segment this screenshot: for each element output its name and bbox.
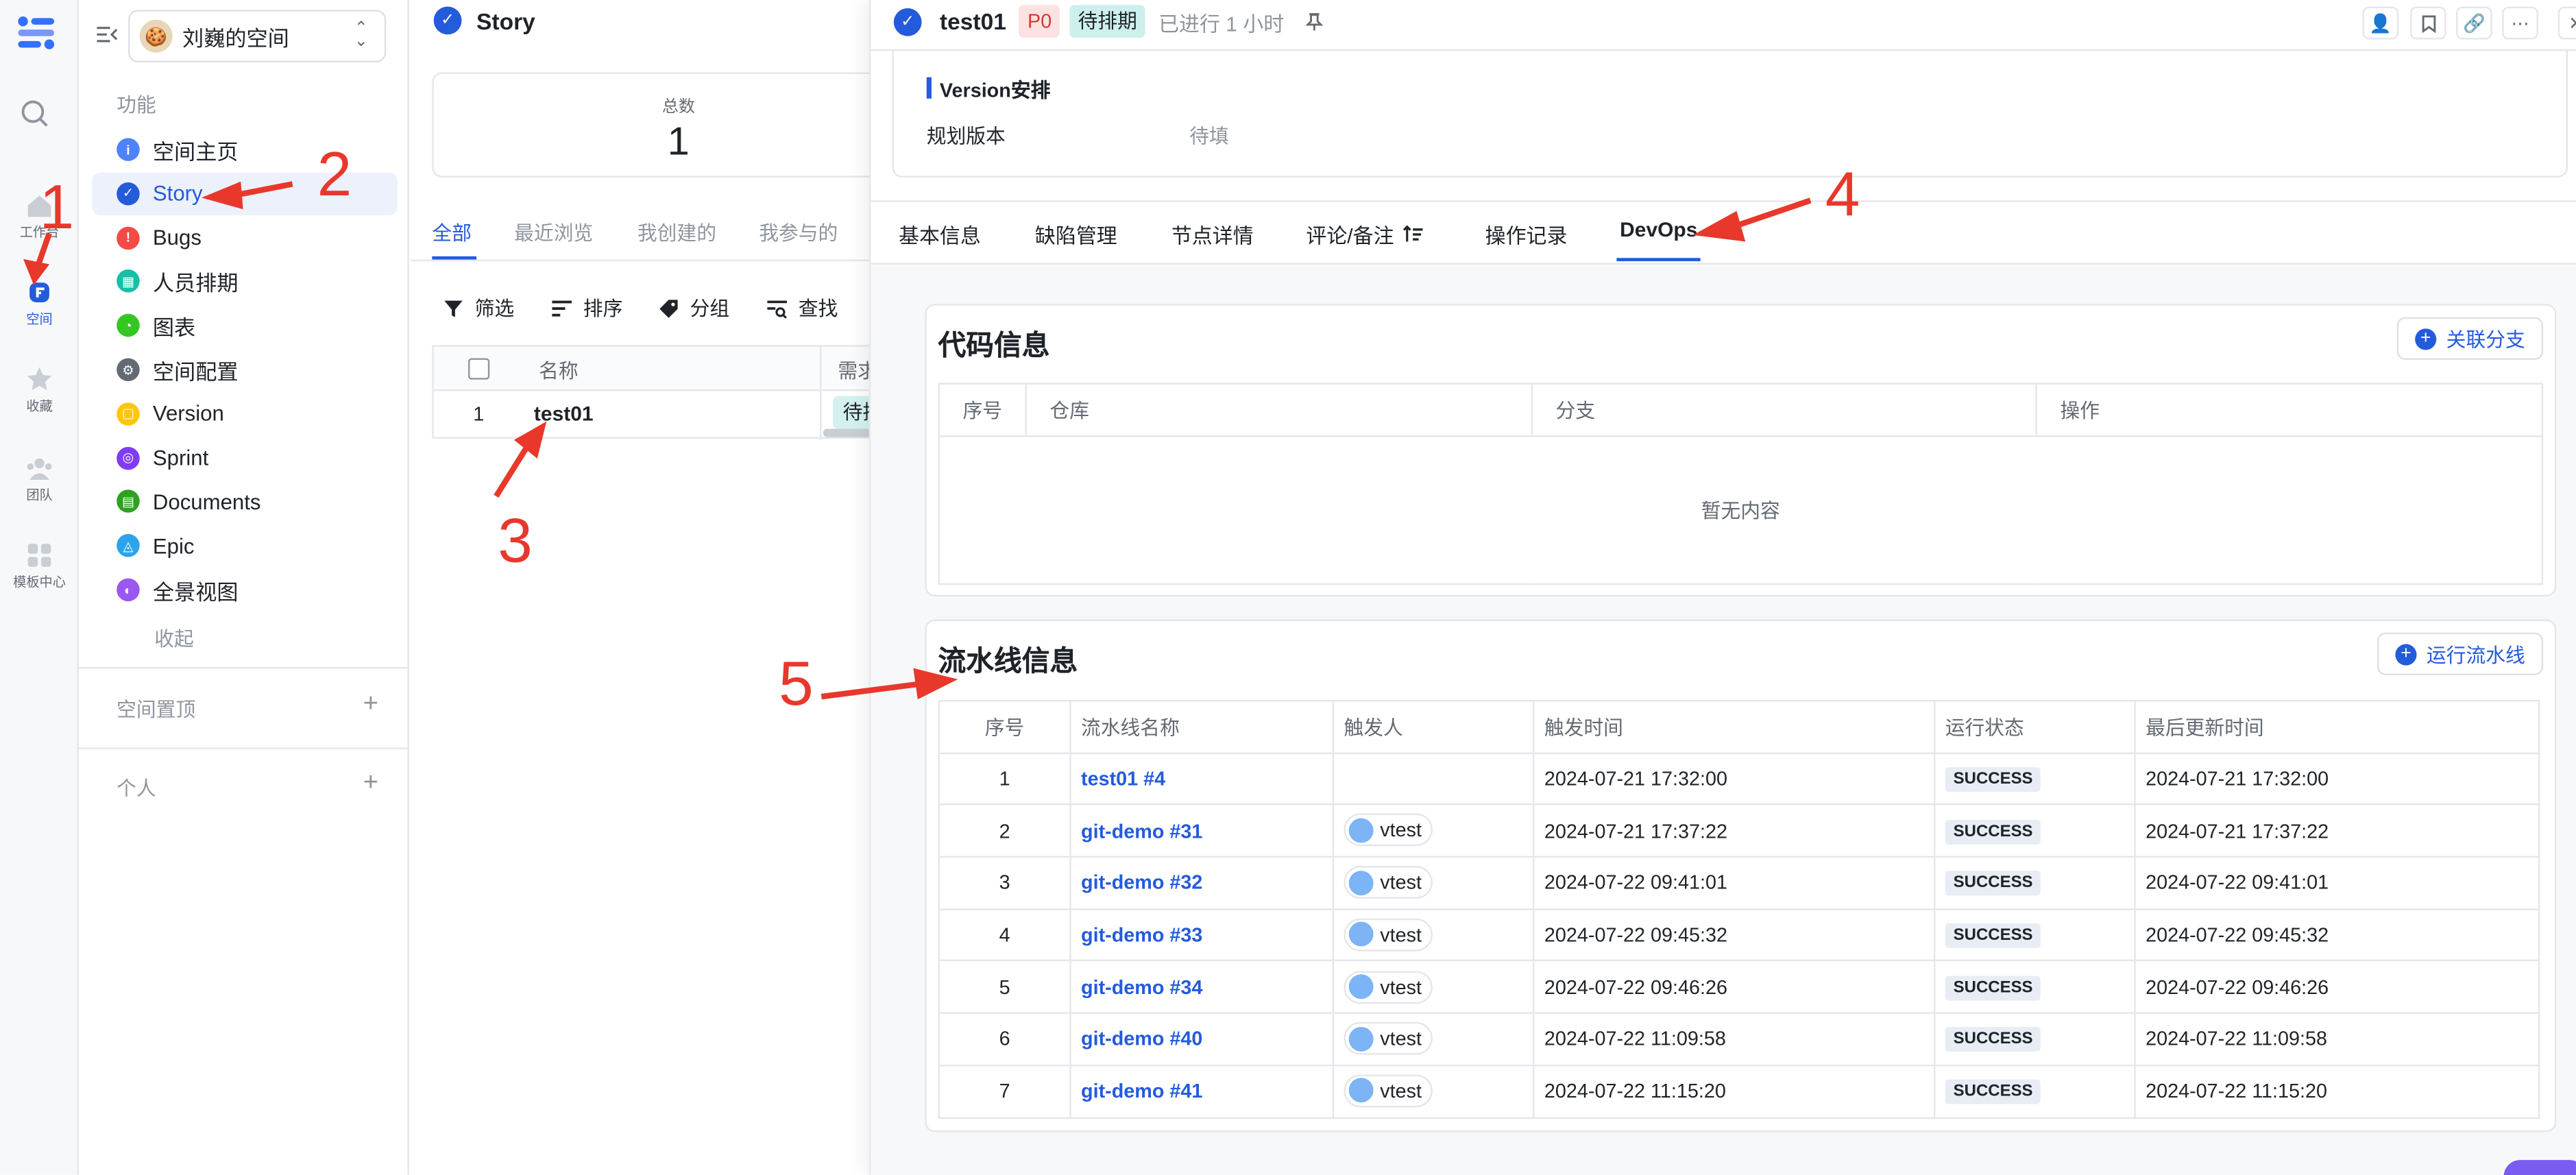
annotation-number: 5 [779, 651, 814, 720]
annotation-number: 4 [1825, 160, 1860, 230]
annotation-arrow [23, 181, 1812, 700]
annotation-number: 2 [317, 141, 352, 210]
annotation-number: 3 [498, 507, 533, 577]
